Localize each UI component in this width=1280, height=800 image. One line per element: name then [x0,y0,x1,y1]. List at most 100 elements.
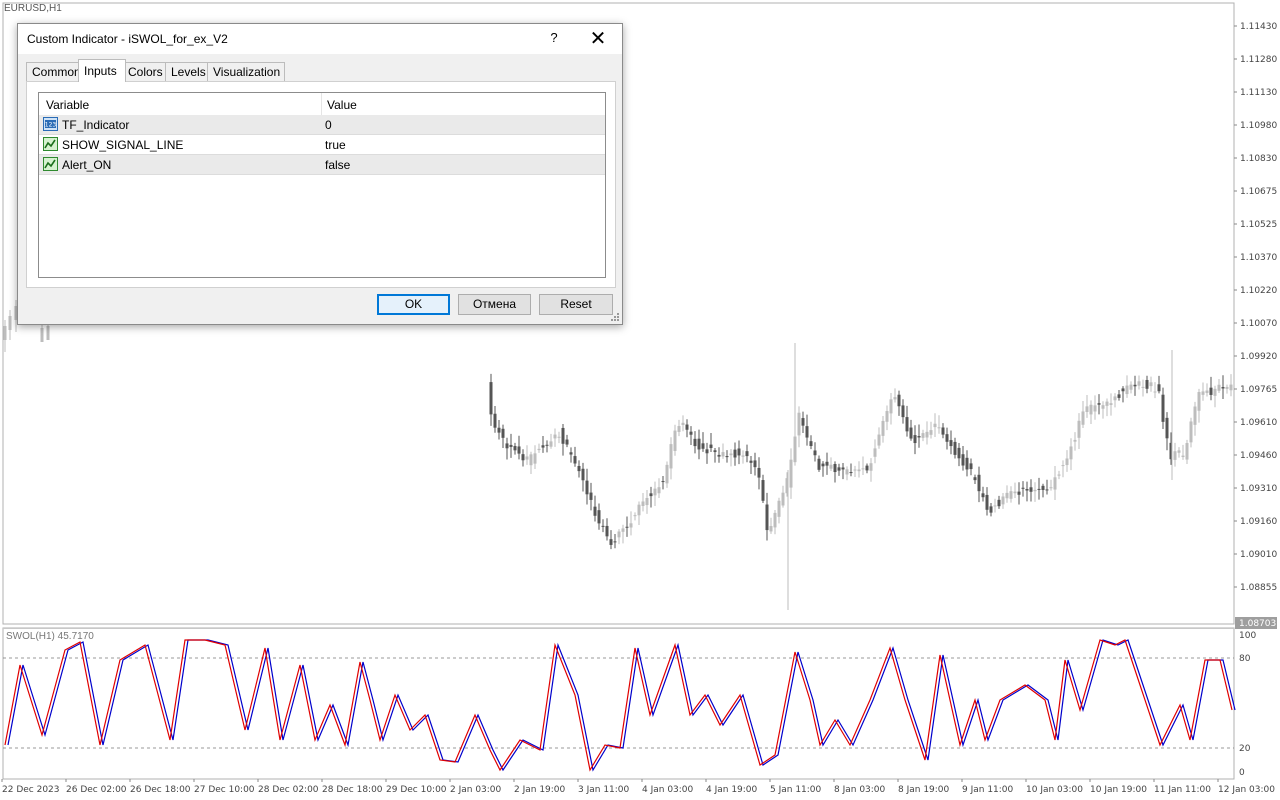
price-label: 1.10220 [1240,286,1277,296]
candle-body [1117,394,1121,398]
table-row[interactable]: 123 TF_Indicator 0 [39,115,605,135]
candle-body [1193,406,1197,425]
variable-value[interactable]: true [325,138,346,152]
candle-body [893,397,897,400]
candle-body [1197,392,1201,411]
candle-body [829,464,833,469]
candle-body [1189,421,1193,443]
candle-body [805,426,809,438]
time-label: 4 Jan 19:00 [706,785,758,795]
candle-body [1077,420,1081,438]
candle-body [685,424,689,430]
price-label: 1.09460 [1240,451,1277,461]
candle-body [1069,446,1073,460]
price-label: 1.09765 [1240,385,1277,395]
candle-body [817,458,821,470]
time-label: 10 Jan 03:00 [1026,785,1083,795]
candle-body [709,444,713,449]
variable-value[interactable]: false [325,158,350,172]
candle-body [1001,496,1005,505]
candle-body [637,504,641,516]
chart-symbol-label: EURUSD,H1 [4,3,62,14]
candle-body [46,326,50,340]
candle-body [689,431,693,435]
column-header-value[interactable]: Value [327,98,357,112]
price-label: 1.10525 [1240,220,1277,230]
cancel-button[interactable]: Отмена [458,294,531,315]
candle-body [589,492,593,500]
oscillator-level-label: 0 [1239,768,1245,778]
candle-body [1049,487,1053,489]
candle-body [957,447,961,459]
tab-colors[interactable]: Colors [122,62,166,81]
candle-body [809,441,813,447]
tab-common[interactable]: Common [26,62,81,81]
candle-body [769,526,773,532]
table-row[interactable]: Alert_ON false [39,155,605,175]
candle-body [1053,477,1057,490]
candle-body [557,436,561,438]
tab-inputs[interactable]: Inputs [78,59,126,82]
time-label: 2 Jan 03:00 [450,785,502,795]
price-label: 1.09310 [1240,484,1277,494]
candle-body [821,463,825,467]
numeric-123-icon: 123 [43,117,58,131]
candle-body [861,468,865,470]
column-header-variable[interactable]: Variable [46,98,89,112]
time-label: 12 Jan 03:00 [1218,785,1275,795]
price-label: 1.08855 [1240,583,1277,593]
candle-body [941,427,945,435]
candle-body [1213,388,1217,396]
candle-body [645,497,649,506]
close-button[interactable]: ✕ [585,27,611,51]
candle-body [749,460,753,463]
candle-body [40,328,44,342]
candle-body [1221,387,1225,389]
oscillator-level-label: 20 [1239,744,1251,754]
candle-body [521,454,525,461]
ok-button[interactable]: OK [377,294,450,315]
candle-body [501,428,505,438]
candle-body [593,506,597,516]
price-label: 1.10370 [1240,253,1277,263]
candle-body [1217,384,1221,391]
tab-levels[interactable]: Levels [165,62,212,81]
candle-body [801,418,805,426]
help-button[interactable]: ? [544,30,564,48]
candle-body [721,452,725,457]
variable-value[interactable]: 0 [325,118,332,132]
candle-body [917,436,921,438]
candle-body [545,444,549,446]
reset-button[interactable]: Reset [539,294,613,315]
price-label: 1.10675 [1240,187,1277,197]
price-label: 1.09010 [1240,550,1277,560]
price-label: 1.11280 [1240,55,1277,65]
candle-body [853,469,857,471]
candle-body [945,434,949,442]
candle-body [1157,384,1161,392]
candle-body [1149,382,1153,387]
candle-body [653,488,657,496]
candle-body [629,523,633,528]
tab-visualization[interactable]: Visualization [207,62,285,81]
time-label: 26 Dec 02:00 [66,785,127,795]
candle-body [985,494,989,510]
table-row[interactable]: SHOW_SIGNAL_LINE true [39,135,605,155]
candle-body [613,541,617,543]
column-separator[interactable] [321,93,322,115]
candle-body [609,539,613,545]
candle-body [8,316,12,330]
candle-body [1037,488,1041,490]
resize-grip-icon[interactable] [610,312,620,322]
candle-body [713,450,717,453]
candle-body [1057,474,1061,476]
candle-body [993,505,997,507]
candle-body [677,426,681,432]
current-price-label: 1.08703 [1239,619,1276,629]
candle-body [561,427,565,444]
candle-body [929,430,933,435]
candle-body [605,525,609,537]
candle-body [1021,487,1025,489]
dialog-titlebar[interactable]: Custom Indicator - iSWOL_for_ex_V2 ? ✕ [18,24,622,54]
candle-body [493,413,497,428]
